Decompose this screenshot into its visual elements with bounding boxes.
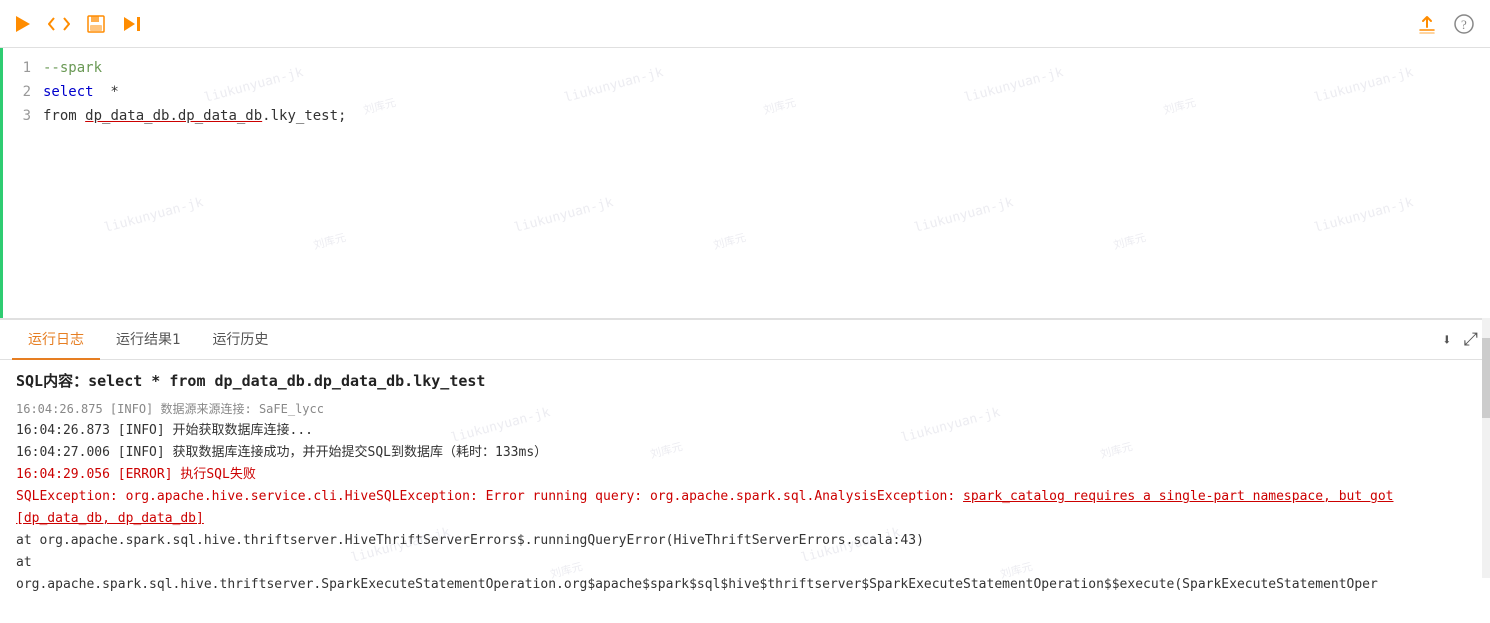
code-comment: --spark [43, 56, 102, 80]
code-space: * [94, 80, 119, 104]
log-line-5: at org.apache.spark.sql.hive.thriftserve… [16, 530, 1474, 552]
log-line-6: at [16, 552, 1474, 574]
bottom-panel: 运行日志 运行结果1 运行历史 ⬇ ⤢ liukunyuan-jk 刘库元 li… [0, 318, 1490, 623]
scrollbar-thumb[interactable] [1482, 338, 1490, 418]
log-line-7: org.apache.spark.sql.hive.thriftserver.S… [16, 574, 1474, 596]
expand-icon[interactable]: ⤢ [1464, 329, 1478, 350]
code-select: select [43, 80, 94, 104]
log-line-3: 16:04:29.056 [ERROR] 执行SQL失败 [16, 464, 1474, 486]
toolbar-left [12, 14, 142, 34]
run-button[interactable] [12, 14, 32, 34]
watermark: 刘库元 [711, 229, 747, 253]
log-line-1: 16:04:26.873 [INFO] 开始获取数据库连接... [16, 420, 1474, 442]
tab-run-history[interactable]: 运行历史 [196, 320, 284, 360]
watermark: 刘库元 [1111, 229, 1147, 253]
watermark: liukunyuan-jk [103, 195, 205, 236]
log-error-underline: spark_catalog requires a single-part nam… [16, 489, 1394, 526]
toolbar-right: ? [1416, 13, 1474, 35]
log-content[interactable]: liukunyuan-jk 刘库元 liukunyuan-jk 刘库元 liuk… [0, 360, 1490, 623]
help-button[interactable]: ? [1454, 14, 1474, 34]
svg-text:?: ? [1461, 17, 1467, 32]
line-numbers: 1 2 3 [3, 56, 39, 128]
code-button[interactable] [48, 15, 70, 33]
code-from: from [43, 104, 85, 128]
log-line-0: 16:04:26.875 [INFO] 数据源来源连接: SaFE_lycc [16, 398, 1474, 420]
log-line-2: 16:04:27.006 [INFO] 获取数据库连接成功，并开始提交SQL到数… [16, 442, 1474, 464]
tab-run-result[interactable]: 运行结果1 [100, 320, 196, 360]
upload-button[interactable] [1416, 13, 1438, 35]
watermark: 刘库元 [311, 229, 347, 253]
toolbar: ? [0, 0, 1490, 48]
tab-run-log[interactable]: 运行日志 [12, 320, 100, 360]
save-button[interactable] [86, 14, 106, 34]
watermark: liukunyuan-jk [1313, 195, 1415, 236]
watermark: liukunyuan-jk [913, 195, 1015, 236]
code-line-1: --spark [43, 56, 1490, 80]
tabs-bar: 运行日志 运行结果1 运行历史 ⬇ ⤢ [0, 320, 1490, 360]
download-icon[interactable]: ⬇ [1442, 330, 1452, 349]
watermark: liukunyuan-jk [513, 195, 615, 236]
scrollbar-track [1482, 318, 1490, 578]
log-line-4: SQLException: org.apache.hive.service.cl… [16, 486, 1474, 530]
code-table: dp_data_db.dp_data_db [85, 104, 262, 128]
step-button[interactable] [122, 14, 142, 34]
code-table-suffix: .lky_test; [262, 104, 346, 128]
editor-area[interactable]: 1 2 3 --spark select * from dp_data_db.d… [0, 48, 1490, 318]
tabs-actions: ⬇ ⤢ [1442, 329, 1478, 350]
code-line-2: select * [43, 80, 1490, 104]
log-sql-title: SQL内容：select * from dp_data_db.dp_data_d… [16, 370, 1474, 392]
code-content[interactable]: --spark select * from dp_data_db.dp_data… [43, 56, 1490, 128]
code-line-3: from dp_data_db.dp_data_db.lky_test; [43, 104, 1490, 128]
